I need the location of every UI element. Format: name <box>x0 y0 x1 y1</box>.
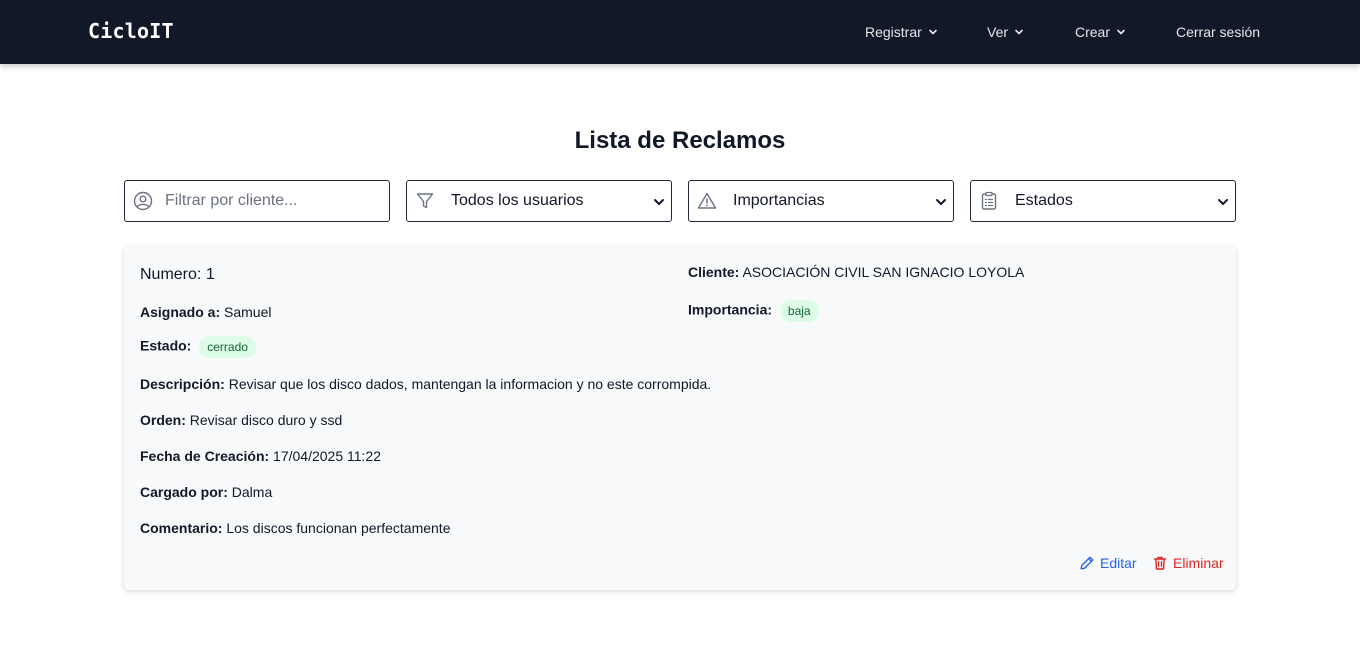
claim-order-label: Orden: <box>140 412 186 428</box>
claim-loaded-by: Cargado por: Dalma <box>140 484 272 500</box>
claim-created-date: Fecha de Creación: 17/04/2025 11:22 <box>140 448 381 464</box>
chevron-down-icon <box>1117 29 1125 35</box>
nav-crear-label: Crear <box>1075 24 1111 40</box>
claim-number-label: Numero: <box>140 266 202 283</box>
chevron-down-icon <box>1015 29 1023 35</box>
status-filter-value: Estados <box>1015 192 1073 209</box>
chevron-down-icon <box>654 199 664 205</box>
claim-number-value: 1 <box>205 266 215 283</box>
claim-importance-label: Importancia: <box>688 301 773 318</box>
claim-client-value: ASOCIACIÓN CIVIL SAN IGNACIO LOYOLA <box>742 264 1025 280</box>
pencil-icon <box>1080 556 1094 570</box>
edit-button[interactable]: Editar <box>1079 555 1137 571</box>
claim-assigned: Asignado a: Samuel <box>140 304 271 320</box>
claim-number: Numero: 1 <box>140 266 215 284</box>
claim-status: Estado: cerrado <box>140 336 256 358</box>
chevron-down-icon <box>928 29 937 35</box>
claim-client: Cliente: ASOCIACIÓN CIVIL SAN IGNACIO LO… <box>688 264 1024 280</box>
funnel-icon <box>415 191 435 211</box>
top-navbar: CicloIT Registrar Ver Crear Cerrar sesió… <box>0 0 1360 64</box>
nav-ver[interactable]: Ver <box>987 23 1024 41</box>
claim-status-label: Estado: <box>140 337 192 354</box>
claim-loaded-by-label: Cargado por: <box>140 484 228 500</box>
claim-description-label: Descripción: <box>140 376 225 392</box>
claim-comment-value: Los discos funcionan perfectamente <box>226 520 451 536</box>
clipboard-list-icon <box>979 191 999 211</box>
claim-created-date-value: 17/04/2025 11:22 <box>273 448 381 464</box>
user-circle-icon <box>133 191 153 211</box>
claim-description-value: Revisar que los disco dados, mantengan l… <box>228 376 712 392</box>
logout-button[interactable]: Cerrar sesión <box>1176 23 1260 41</box>
nav-ver-label: Ver <box>987 24 1009 40</box>
claim-comment-label: Comentario: <box>140 520 223 536</box>
delete-button-label: Eliminar <box>1173 555 1224 571</box>
chevron-down-icon <box>936 199 946 205</box>
nav-crear[interactable]: Crear <box>1075 23 1126 41</box>
nav-registrar-label: Registrar <box>865 24 922 40</box>
claim-card: Numero: 1 Cliente: ASOCIACIÓN CIVIL SAN … <box>124 247 1236 590</box>
logout-label: Cerrar sesión <box>1176 24 1261 40</box>
claim-importance: Importancia: baja <box>688 300 819 322</box>
importance-filter-select[interactable]: Importancias <box>688 180 954 222</box>
page-title: Lista de Reclamos <box>574 127 786 154</box>
edit-button-label: Editar <box>1100 555 1137 571</box>
status-badge: cerrado <box>199 336 256 358</box>
claim-comment: Comentario: Los discos funcionan perfect… <box>140 520 450 536</box>
claim-client-label: Cliente: <box>688 264 740 280</box>
client-filter-field <box>124 180 390 222</box>
trash-icon <box>1153 556 1167 570</box>
claim-assigned-value: Samuel <box>224 304 272 320</box>
warning-triangle-icon <box>697 191 717 211</box>
importance-badge: baja <box>779 300 819 322</box>
claim-assigned-label: Asignado a: <box>140 304 221 320</box>
nav-registrar[interactable]: Registrar <box>865 23 938 41</box>
status-filter-select[interactable]: Estados <box>970 180 1236 222</box>
claim-description: Descripción: Revisar que los disco dados… <box>140 376 711 392</box>
claim-order-value: Revisar disco duro y ssd <box>189 412 343 428</box>
claim-order: Orden: Revisar disco duro y ssd <box>140 412 342 428</box>
user-filter-select[interactable]: Todos los usuarios <box>406 180 672 222</box>
claim-loaded-by-value: Dalma <box>231 484 273 500</box>
claim-created-date-label: Fecha de Creación: <box>140 448 270 464</box>
user-filter-value: Todos los usuarios <box>451 192 584 209</box>
delete-button[interactable]: Eliminar <box>1152 555 1224 571</box>
brand-logo[interactable]: CicloIT <box>88 19 174 43</box>
chevron-down-icon <box>1218 199 1228 205</box>
client-filter-input[interactable] <box>165 189 381 213</box>
importance-filter-value: Importancias <box>733 192 825 209</box>
